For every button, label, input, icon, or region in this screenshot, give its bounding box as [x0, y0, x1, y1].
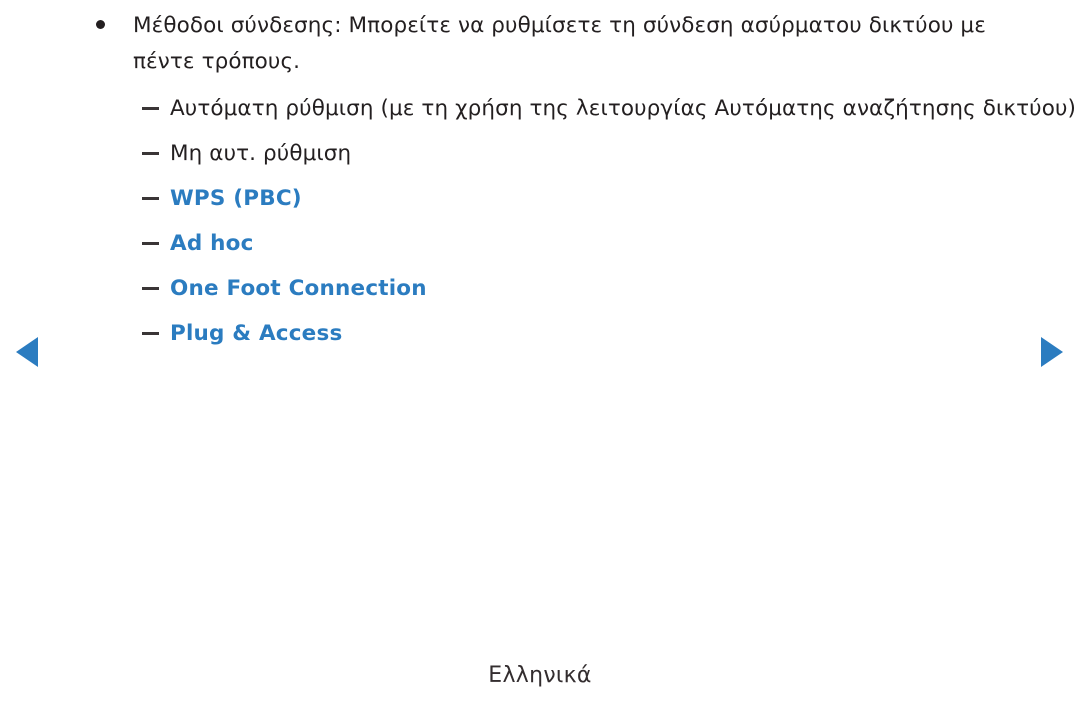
bullet-dot-icon [96, 20, 105, 29]
content-area: Μέθοδοι σύνδεσης: Μπορείτε να ρυθμίσετε … [92, 8, 1076, 356]
list-item-one-foot-connection[interactable]: One Foot Connection [92, 266, 1022, 311]
page-footer: Ελληνικά [0, 663, 1080, 688]
list-item-label: Αυτόματη ρύθμιση (με τη χρήση της λειτου… [170, 95, 1076, 121]
bullet-list-item: Μέθοδοι σύνδεσης: Μπορείτε να ρυθμίσετε … [92, 8, 1022, 80]
list-item: Μη αυτ. ρύθμιση [92, 131, 1022, 176]
manual-page: Μέθοδοι σύνδεσης: Μπορείτε να ρυθμίσετε … [0, 0, 1080, 705]
language-label: Ελληνικά [488, 663, 592, 688]
next-page-button[interactable] [1040, 337, 1064, 367]
list-item-wps-pbc[interactable]: WPS (PBC) [92, 176, 1022, 221]
dash-icon [142, 107, 159, 110]
previous-page-button[interactable] [15, 337, 39, 367]
triangle-left-icon [16, 337, 38, 367]
list-item-link-label[interactable]: Ad hoc [170, 231, 254, 257]
list-item-ad-hoc[interactable]: Ad hoc [92, 221, 1022, 266]
dash-icon [142, 197, 159, 200]
dash-icon [142, 287, 159, 290]
bullet-item-text: Μέθοδοι σύνδεσης: Μπορείτε να ρυθμίσετε … [133, 13, 986, 74]
connection-methods-list: Αυτόματη ρύθμιση (με τη χρήση της λειτου… [92, 86, 1076, 356]
list-item-label: Μη αυτ. ρύθμιση [170, 140, 352, 166]
list-item: Αυτόματη ρύθμιση (με τη χρήση της λειτου… [92, 86, 1076, 131]
list-item-link-label[interactable]: One Foot Connection [170, 276, 427, 302]
dash-icon [142, 242, 159, 245]
dash-icon [142, 332, 159, 335]
triangle-right-icon [1041, 337, 1063, 367]
list-item-link-label[interactable]: WPS (PBC) [170, 186, 302, 212]
list-item-link-label[interactable]: Plug & Access [170, 321, 342, 347]
dash-icon [142, 152, 159, 155]
list-item-plug-and-access[interactable]: Plug & Access [92, 311, 1022, 356]
